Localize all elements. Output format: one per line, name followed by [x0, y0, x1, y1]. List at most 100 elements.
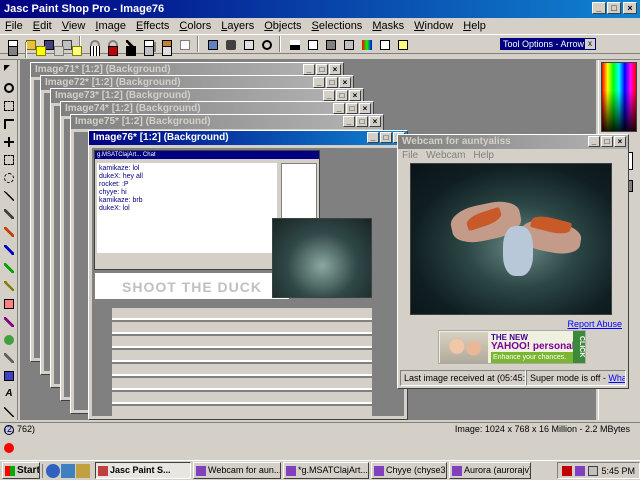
draw-tool-icon[interactable]: [1, 404, 17, 420]
menu-image[interactable]: Image: [90, 18, 131, 34]
maximize-button[interactable]: □: [326, 77, 338, 88]
paint-shop-pro-icon: [98, 465, 108, 476]
crop-tool-icon[interactable]: [1, 116, 17, 132]
tool-options-palette[interactable]: Tool Options - Arrow x: [500, 38, 596, 50]
selection-box-icon[interactable]: [32, 42, 48, 58]
close-button[interactable]: ×: [349, 90, 361, 101]
mask-icon[interactable]: [122, 42, 138, 58]
webcam-menu-webcam[interactable]: Webcam: [422, 149, 469, 163]
airbrush-tool-icon[interactable]: [1, 350, 17, 366]
flood-fill-tool-icon[interactable]: [1, 368, 17, 384]
maximize-button[interactable]: □: [316, 64, 328, 75]
mover-tool-icon[interactable]: [1, 134, 17, 150]
maximize-button[interactable]: □: [346, 103, 358, 114]
document-title-bar[interactable]: Image76* [1:2] (Background) _ □ ×: [89, 131, 407, 145]
color-picker-spectrum[interactable]: [601, 62, 637, 132]
tool-options-close-button[interactable]: x: [585, 39, 595, 49]
palette-strip-icon[interactable]: [50, 42, 66, 58]
arrow-tool-icon[interactable]: [1, 62, 17, 78]
retouch-tool-icon[interactable]: [1, 278, 17, 294]
maximize-button[interactable]: □: [601, 136, 613, 147]
minimize-button[interactable]: _: [333, 103, 345, 114]
dropper-tool-icon[interactable]: [1, 206, 17, 222]
close-button[interactable]: ×: [369, 116, 381, 127]
task-paint-shop-pro[interactable]: Jasc Paint S...: [95, 462, 191, 479]
scratch-remover-tool-icon[interactable]: [1, 314, 17, 330]
menu-edit[interactable]: Edit: [28, 18, 57, 34]
active-document-window[interactable]: Image76* [1:2] (Background) _ □ × g.MSAT…: [88, 130, 408, 420]
freehand-tool-icon[interactable]: [1, 170, 17, 186]
webcam-menu-bar: File Webcam Help: [398, 149, 628, 163]
layer-new-icon[interactable]: [158, 42, 174, 58]
outlook-icon[interactable]: [76, 463, 90, 478]
minimize-button[interactable]: _: [303, 64, 315, 75]
webcam-title-bar[interactable]: Webcam for auntyaliss _ □ ×: [398, 135, 628, 149]
menu-selections[interactable]: Selections: [307, 18, 368, 34]
close-button[interactable]: ×: [339, 77, 351, 88]
minimize-button[interactable]: _: [313, 77, 325, 88]
volume-icon[interactable]: [588, 465, 599, 476]
minimize-button[interactable]: _: [592, 2, 606, 14]
document-title: Image72* [1:2] (Background): [45, 77, 181, 88]
picture-tube-tool-icon[interactable]: [1, 332, 17, 348]
desktop-icon[interactable]: [61, 463, 75, 478]
menu-window[interactable]: Window: [409, 18, 458, 34]
minimize-button[interactable]: _: [588, 136, 600, 147]
close-button[interactable]: ×: [614, 136, 626, 147]
webcam-menu-file[interactable]: File: [398, 149, 422, 163]
menu-effects[interactable]: Effects: [131, 18, 174, 34]
menu-masks[interactable]: Masks: [367, 18, 409, 34]
maximize-button[interactable]: □: [356, 116, 368, 127]
document-title-bar[interactable]: Image75* [1:2] (Background) _ □ ×: [71, 115, 383, 129]
vector-object-tool-icon[interactable]: [1, 440, 17, 456]
minimize-button[interactable]: _: [323, 90, 335, 101]
menu-file[interactable]: File: [0, 18, 28, 34]
start-button[interactable]: Start: [2, 462, 40, 479]
task-aurora[interactable]: Aurora (aurorajv)...: [449, 462, 531, 479]
menu-objects[interactable]: Objects: [259, 18, 306, 34]
close-button[interactable]: ×: [329, 64, 341, 75]
task-webcam[interactable]: Webcam for aun...: [193, 462, 281, 479]
color-replacer-tool-icon[interactable]: [1, 260, 17, 276]
close-button[interactable]: ×: [623, 2, 637, 14]
menu-layers[interactable]: Layers: [216, 18, 259, 34]
selection-tool-icon[interactable]: [1, 152, 17, 168]
clone-brush-tool-icon[interactable]: [1, 242, 17, 258]
document-canvas[interactable]: g.MSATClajArt... Chat kamikaze: lol duke…: [92, 148, 404, 416]
minimize-button[interactable]: _: [343, 116, 355, 127]
quick-launch: [42, 463, 93, 478]
cursor-coordinates: (2, 762): [4, 424, 36, 434]
paint-icon[interactable]: [68, 42, 84, 58]
clock[interactable]: 5:45 PM: [601, 466, 635, 476]
yahoo-personals-ad[interactable]: THE NEW YAHOO! personals Enhance your ch…: [438, 330, 586, 364]
color-red-icon[interactable]: [104, 42, 120, 58]
maximize-button[interactable]: □: [380, 132, 392, 143]
task-chyye[interactable]: Chyye (chyse3...: [371, 462, 447, 479]
maximize-button[interactable]: □: [607, 2, 621, 14]
zoom-tool-icon[interactable]: [1, 80, 17, 96]
close-button[interactable]: ×: [359, 103, 371, 114]
tray-app-icon[interactable]: [562, 465, 573, 476]
ad-click-button[interactable]: CLICK: [573, 331, 585, 363]
maximize-button[interactable]: □: [336, 90, 348, 101]
browse-thumbnails-icon[interactable]: [4, 42, 20, 58]
paintbrush-tool-icon[interactable]: [1, 224, 17, 240]
yahoo-tray-icon[interactable]: [575, 465, 586, 476]
report-abuse-link[interactable]: Report Abuse: [567, 319, 622, 329]
eraser-tool-icon[interactable]: [1, 296, 17, 312]
app-title-bar[interactable]: Jasc Paint Shop Pro - Image76 _ □ ×: [0, 0, 640, 18]
document-title: Image74* [1:2] (Background): [65, 103, 201, 114]
magic-wand-tool-icon[interactable]: [1, 188, 17, 204]
whats-this-link[interactable]: What's this?: [608, 373, 625, 383]
minimize-button[interactable]: _: [367, 132, 379, 143]
internet-explorer-icon[interactable]: [46, 463, 60, 478]
task-chat-room[interactable]: *g.MSATClajArt...: [283, 462, 369, 479]
text-tool-icon[interactable]: A: [1, 386, 17, 402]
layer-icon[interactable]: [140, 42, 156, 58]
menu-view[interactable]: View: [57, 18, 91, 34]
webcam-menu-help[interactable]: Help: [469, 149, 498, 163]
menu-colors[interactable]: Colors: [174, 18, 216, 34]
menu-help[interactable]: Help: [458, 18, 491, 34]
deformation-tool-icon[interactable]: [1, 98, 17, 114]
grid-icon[interactable]: [86, 42, 102, 58]
